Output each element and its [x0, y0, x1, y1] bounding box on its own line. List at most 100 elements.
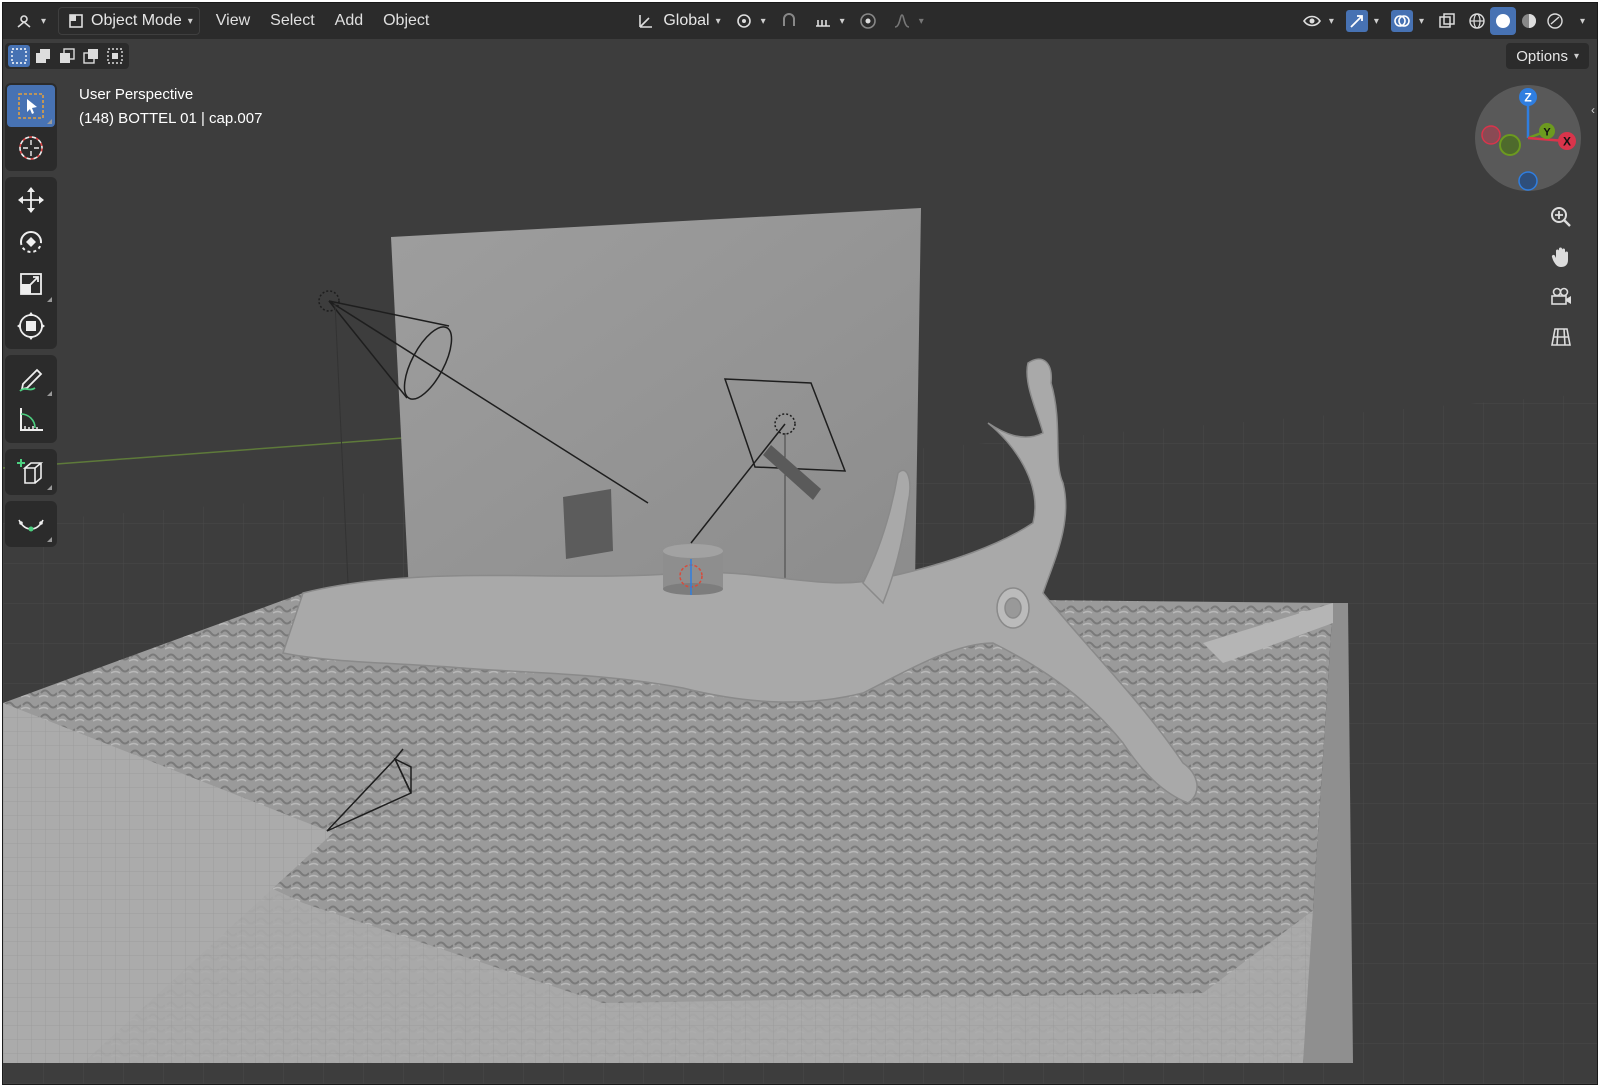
- camera-view-button[interactable]: [1543, 279, 1579, 315]
- menu-view[interactable]: View: [206, 7, 260, 35]
- zoom-button[interactable]: [1543, 199, 1579, 235]
- gizmo-y-label: Y: [1543, 127, 1551, 139]
- options-dropdown[interactable]: Options ▾: [1506, 43, 1589, 69]
- solid-shading-icon: [1492, 10, 1514, 32]
- menu-add[interactable]: Add: [325, 7, 373, 35]
- shading-options-dropdown[interactable]: ▾: [1568, 7, 1591, 35]
- visibility-dropdown[interactable]: ▾: [1295, 7, 1340, 35]
- move-icon: [18, 187, 44, 213]
- transform-orientation-dropdown[interactable]: Global ▾: [629, 7, 726, 35]
- move-tool[interactable]: [7, 179, 55, 221]
- viewport-header: ▾ Object Mode ▾ View Select Add Object G…: [3, 3, 1597, 39]
- tool-group-annotate: [5, 355, 57, 443]
- snap-toggle[interactable]: [772, 7, 806, 35]
- tool-group-add: [5, 449, 57, 495]
- gizmo-x-label: X: [1563, 135, 1571, 149]
- select-new-icon[interactable]: [8, 45, 30, 67]
- shading-solid[interactable]: [1489, 7, 1516, 35]
- measure-icon: [20, 408, 43, 431]
- pivot-point-dropdown[interactable]: ▾: [727, 7, 772, 35]
- tool-shelf: [5, 83, 57, 553]
- rotate-tool[interactable]: [7, 221, 55, 263]
- snap-icon: [778, 10, 800, 32]
- select-subtract-icon[interactable]: [56, 45, 78, 67]
- overlay-toggle[interactable]: ▾: [1385, 7, 1430, 35]
- navigation-controls: [1543, 199, 1583, 355]
- pan-button[interactable]: [1543, 239, 1579, 275]
- add-cube-tool[interactable]: [7, 451, 55, 493]
- gizmo-neg-x[interactable]: [1481, 125, 1501, 145]
- annotate-icon: [19, 368, 43, 392]
- shading-material[interactable]: [1516, 7, 1542, 35]
- mode-dropdown[interactable]: Object Mode ▾: [58, 7, 200, 35]
- backdrop-plane[interactable]: [391, 208, 921, 593]
- shading-rendered[interactable]: [1542, 7, 1568, 35]
- orientation-label: Global: [663, 12, 710, 29]
- xray-toggle[interactable]: [1430, 7, 1464, 35]
- bottle-cap-object[interactable]: [663, 544, 723, 595]
- menu-object[interactable]: Object: [373, 7, 439, 35]
- measure-tool[interactable]: [7, 399, 55, 441]
- active-object-info: (148) BOTTEL 01 | cap.007: [79, 110, 263, 127]
- cursor-tool[interactable]: [7, 127, 55, 169]
- options-label: Options: [1516, 47, 1568, 65]
- scale-icon: [20, 273, 42, 295]
- chevron-down-icon: ▾: [1579, 15, 1585, 27]
- sidebar-toggle-arrow[interactable]: ‹: [1591, 103, 1595, 117]
- wireframe-shading-icon: [1466, 10, 1488, 32]
- proportional-edit-toggle[interactable]: [851, 7, 885, 35]
- transform-tool[interactable]: [7, 305, 55, 347]
- chevron-down-icon: ▾: [1418, 15, 1424, 27]
- tool-group-transform: [5, 177, 57, 349]
- visibility-icon: [1301, 10, 1323, 32]
- material-shading-icon: [1518, 10, 1540, 32]
- chevron-down-icon: ▾: [187, 15, 193, 27]
- chevron-down-icon: ▾: [1373, 15, 1379, 27]
- camera-view-icon: [1551, 287, 1571, 305]
- pan-hand-icon: [1551, 247, 1568, 267]
- shading-wireframe[interactable]: [1464, 7, 1490, 35]
- chevron-down-icon: ▾: [41, 15, 47, 27]
- falloff-dropdown[interactable]: ▾: [885, 7, 930, 35]
- ortho-toggle-button[interactable]: [1543, 319, 1579, 355]
- select-extend-icon[interactable]: [32, 45, 54, 67]
- pivot-point-icon: [733, 10, 755, 32]
- editor-type-button[interactable]: ▾: [7, 7, 52, 35]
- mode-label: Object Mode: [91, 12, 182, 29]
- rendered-shading-icon: [1544, 10, 1566, 32]
- select-invert-icon[interactable]: [80, 45, 102, 67]
- extrude-curve-tool[interactable]: [7, 503, 55, 545]
- dark-panel[interactable]: [563, 489, 613, 559]
- blender-window: ▾ Object Mode ▾ View Select Add Object G…: [2, 2, 1598, 1085]
- 3d-viewport-icon: [13, 10, 35, 32]
- cursor-icon: [19, 136, 43, 160]
- select-intersect-icon[interactable]: [104, 45, 126, 67]
- add-cube-icon: [17, 459, 44, 484]
- select-box-icon: [18, 93, 44, 119]
- tool-group-select: [5, 83, 57, 171]
- select-box-tool[interactable]: [7, 85, 55, 127]
- chevron-down-icon: ▾: [1573, 50, 1579, 62]
- proportional-edit-icon: [857, 10, 879, 32]
- annotate-tool[interactable]: [7, 357, 55, 399]
- rotate-icon: [20, 231, 42, 253]
- selection-mode-group: [5, 43, 129, 69]
- extrude-curve-icon: [18, 519, 44, 532]
- xray-icon: [1436, 10, 1458, 32]
- viewport-subheader: Options ▾: [3, 39, 1597, 73]
- ortho-grid-icon: [1551, 328, 1571, 346]
- 3d-viewport[interactable]: [3, 39, 1598, 1085]
- gizmo-neg-y[interactable]: [1499, 134, 1521, 156]
- chevron-down-icon: ▾: [715, 15, 721, 27]
- snap-target-dropdown[interactable]: ▾: [806, 7, 851, 35]
- menu-select[interactable]: Select: [260, 7, 324, 35]
- navigation-gizmo[interactable]: Z Y X: [1475, 85, 1581, 191]
- transform-icon: [17, 312, 45, 340]
- gizmo-toggle[interactable]: ▾: [1340, 7, 1385, 35]
- viewport-info: User Perspective (148) BOTTEL 01 | cap.0…: [79, 83, 262, 131]
- falloff-icon: [891, 10, 913, 32]
- scale-tool[interactable]: [7, 263, 55, 305]
- chevron-down-icon: ▾: [1328, 15, 1334, 27]
- gizmo-icon: [1345, 10, 1368, 32]
- gizmo-neg-z[interactable]: [1518, 171, 1538, 191]
